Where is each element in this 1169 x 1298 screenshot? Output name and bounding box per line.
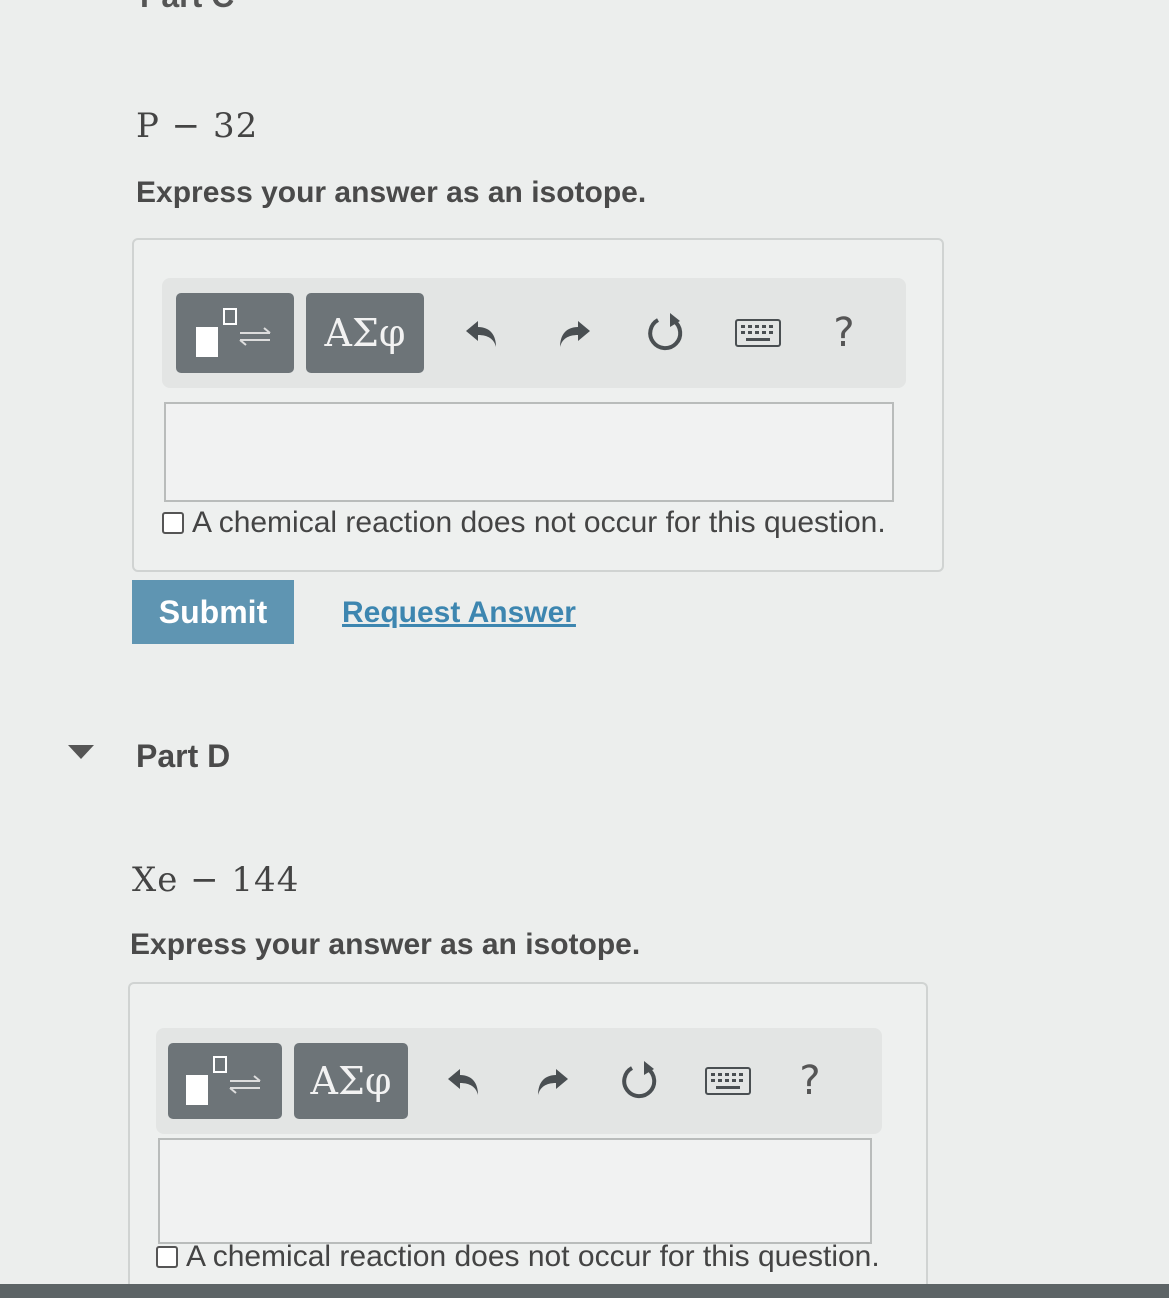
help-button[interactable]: ? (804, 293, 884, 373)
part-c-instruction: Express your answer as an isotope. (136, 176, 647, 209)
part-d-answer-box: ΑΣφ ? A chemical reaction does not occur… (128, 982, 928, 1298)
isotope-template-button[interactable] (168, 1043, 282, 1119)
isotope-template-button[interactable] (176, 293, 294, 373)
keyboard-icon (705, 1067, 751, 1095)
undo-button[interactable] (420, 1043, 508, 1119)
reset-icon (622, 1061, 657, 1099)
part-d-collapse-icon[interactable] (68, 745, 94, 759)
keyboard-button[interactable] (684, 1043, 772, 1119)
part-d-answer-input[interactable] (158, 1138, 872, 1244)
isotope-template-icon (186, 1056, 261, 1105)
isotope-template-icon (196, 308, 271, 357)
keyboard-icon (735, 319, 781, 347)
part-c-isotope: P − 32 (136, 106, 259, 146)
greek-symbols-label: ΑΣφ (324, 311, 406, 355)
redo-button[interactable] (528, 293, 620, 373)
greek-symbols-label: ΑΣφ (310, 1059, 392, 1103)
redo-icon (560, 321, 590, 347)
part-d-instruction: Express your answer as an isotope. (130, 928, 641, 961)
part-c-answer-box: ΑΣφ ? A chemical reaction does not occur… (132, 238, 944, 572)
part-c-no-reaction-label: A chemical reaction does not occur for t… (192, 506, 886, 539)
page: Part C P − 32 Express your answer as an … (0, 0, 1169, 1298)
redo-icon (538, 1069, 568, 1095)
screen-bottom-bezel (0, 1284, 1169, 1298)
part-d-no-reaction-label: A chemical reaction does not occur for t… (186, 1240, 880, 1273)
part-c-answer-input[interactable] (164, 402, 894, 502)
submit-button[interactable]: Submit (132, 580, 294, 644)
reset-button[interactable] (596, 1043, 684, 1119)
reset-icon (648, 313, 683, 351)
keyboard-button[interactable] (712, 293, 804, 373)
undo-icon (466, 321, 496, 347)
part-c-no-reaction-option[interactable]: A chemical reaction does not occur for t… (162, 506, 886, 540)
part-c-title: Part C (140, 0, 234, 15)
part-d-isotope: Xe − 144 (132, 860, 300, 900)
part-c-toolbar: ΑΣφ ? (162, 278, 906, 388)
part-d-title: Part D (136, 738, 231, 774)
greek-symbols-button[interactable]: ΑΣφ (306, 293, 424, 373)
part-d-no-reaction-option[interactable]: A chemical reaction does not occur for t… (156, 1240, 880, 1274)
redo-button[interactable] (508, 1043, 596, 1119)
part-d-no-reaction-checkbox[interactable] (156, 1246, 178, 1268)
reset-button[interactable] (620, 293, 712, 373)
part-d-toolbar: ΑΣφ ? (156, 1028, 882, 1134)
request-answer-link[interactable]: Request Answer (342, 596, 576, 630)
help-button[interactable]: ? (772, 1043, 848, 1119)
undo-button[interactable] (436, 293, 528, 373)
greek-symbols-button[interactable]: ΑΣφ (294, 1043, 408, 1119)
undo-icon (448, 1069, 478, 1095)
part-c-no-reaction-checkbox[interactable] (162, 512, 184, 534)
